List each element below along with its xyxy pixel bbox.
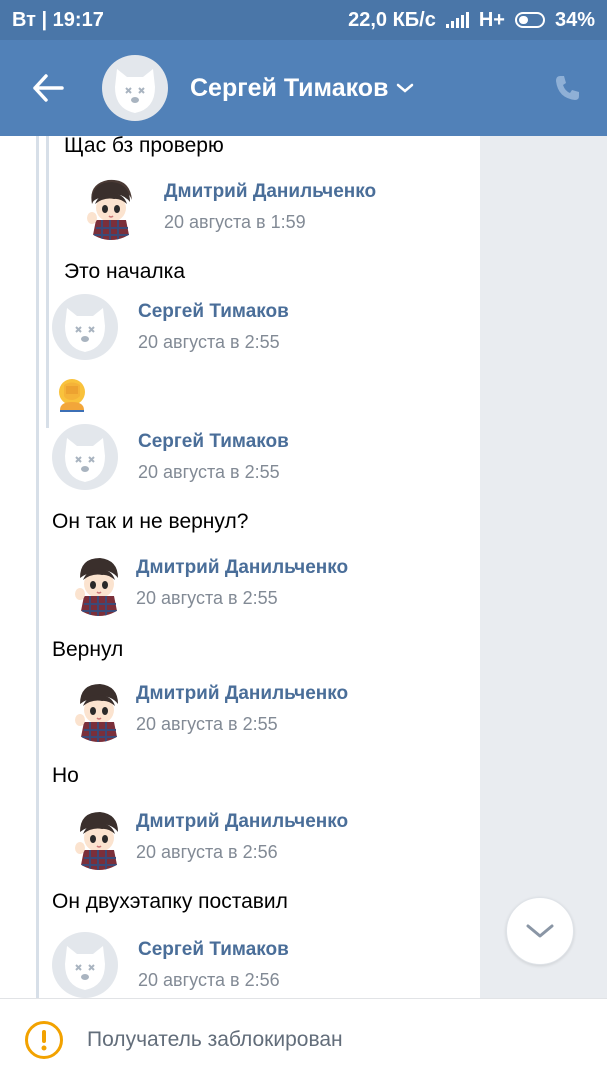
dog-avatar[interactable]: [52, 932, 118, 998]
message-text: Но: [52, 764, 79, 787]
message-date: 20 августа в 1:59: [164, 212, 306, 232]
anime-avatar[interactable]: [66, 804, 132, 870]
message-author: Сергей Тимаков 20 августа в 2:55: [52, 424, 289, 490]
scroll-down-button[interactable]: [506, 897, 574, 965]
warning-icon: [25, 1020, 63, 1059]
message-text: Щас бз проверю: [64, 136, 224, 157]
message-date: 20 августа в 2:56: [136, 842, 278, 862]
phone-icon: [556, 76, 579, 100]
message-author: Дмитрий Данильченко 20 августа в 2:56: [66, 804, 348, 870]
author-name[interactable]: Сергей Тимаков: [138, 298, 289, 326]
message-text: Вернул: [52, 638, 124, 661]
author-name[interactable]: Дмитрий Данильченко: [136, 680, 348, 708]
author-name[interactable]: Дмитрий Данильченко: [136, 554, 348, 582]
chat-header: Сергей Тимаков: [0, 40, 607, 136]
message-text: Он двухэтапку поставил: [52, 890, 288, 913]
dog-avatar-icon: [115, 69, 155, 113]
author-name[interactable]: Сергей Тимаков: [138, 428, 289, 456]
blocked-notice-bar: Получатель заблокирован: [0, 998, 607, 1080]
anime-avatar-icon: [75, 684, 118, 742]
message-date: 20 августа в 2:55: [136, 714, 278, 734]
status-network: H+: [478, 8, 505, 31]
face-palm-emoji: [59, 379, 85, 412]
nested-forward-line: [46, 136, 49, 428]
arrow-left-icon: [33, 74, 64, 102]
author-name[interactable]: Дмитрий Данильченко: [136, 808, 348, 836]
message-text: Это началка: [64, 260, 186, 283]
back-button[interactable]: [0, 40, 96, 136]
dog-avatar-icon: [65, 946, 105, 990]
author-name[interactable]: Дмитрий Данильченко: [164, 178, 376, 206]
chevron-down-icon: [397, 83, 414, 93]
forward-line: [36, 136, 39, 998]
status-day-time: Вт | 19:17: [12, 8, 104, 31]
message-author: Сергей Тимаков 20 августа в 2:55: [52, 294, 289, 360]
message-date: 20 августа в 2:55: [138, 332, 280, 352]
battery-icon: [514, 12, 545, 28]
message-date: 20 августа в 2:55: [136, 588, 278, 608]
message-author: Дмитрий Данильченко 20 августа в 2:55: [66, 676, 348, 742]
anime-avatar[interactable]: [66, 550, 132, 616]
blocked-notice-text: Получатель заблокирован: [87, 1027, 343, 1051]
signal-icon: [445, 12, 469, 28]
message-list[interactable]: Щас бз проверю Дмитрий Данильченко 20 ав…: [0, 136, 607, 998]
anime-avatar[interactable]: [66, 676, 132, 742]
message-author: Дмитрий Данильченко 20 августа в 1:59: [78, 174, 376, 240]
dog-avatar[interactable]: [52, 294, 118, 360]
dog-avatar[interactable]: [52, 424, 118, 490]
call-button[interactable]: [527, 40, 607, 136]
message-author: Сергей Тимаков 20 августа в 2:56: [52, 932, 289, 998]
chat-title-text: Сергей Тимаков: [190, 73, 389, 102]
dog-avatar-icon: [65, 308, 105, 352]
chat-title[interactable]: Сергей Тимаков: [190, 74, 527, 103]
status-bar: Вт | 19:17 22,0 КБ/с H+ 34%: [0, 0, 607, 40]
anime-avatar[interactable]: [78, 174, 144, 240]
header-avatar[interactable]: [102, 55, 168, 121]
message-author: Дмитрий Данильченко 20 августа в 2:55: [66, 550, 348, 616]
author-name[interactable]: Сергей Тимаков: [138, 936, 289, 964]
anime-avatar-icon: [75, 812, 118, 870]
status-battery: 34%: [554, 8, 595, 31]
anime-avatar-icon: [75, 558, 118, 616]
message-date: 20 августа в 2:55: [138, 462, 280, 482]
dog-avatar-icon: [65, 438, 105, 482]
anime-avatar-icon: [87, 179, 132, 240]
chevron-down-icon: [526, 924, 554, 938]
status-speed: 22,0 КБ/с: [348, 8, 436, 31]
chat-screen: Вт | 19:17 22,0 КБ/с H+ 34% Сергей Тимак…: [0, 0, 607, 1080]
message-text: Он так и не вернул?: [52, 510, 249, 533]
message-date: 20 августа в 2:56: [138, 970, 280, 990]
